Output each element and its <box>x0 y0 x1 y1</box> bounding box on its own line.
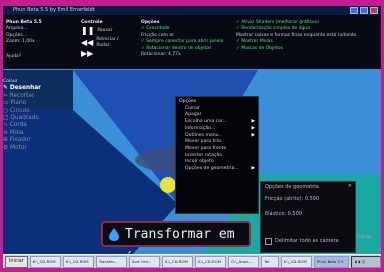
gear-icon: ⚙ <box>3 144 9 151</box>
taskbar-item[interactable]: Sort Ord... <box>128 255 160 268</box>
menu-item-geometry[interactable]: Opções de geometria... ▶ <box>185 166 255 173</box>
restart-control[interactable]: ◀◀ Reiniciar / Rodar <box>81 37 131 50</box>
spring-icon: ≋ <box>3 129 8 136</box>
move-front-label: Mover para frente <box>185 145 227 151</box>
taskbar-item[interactable]: Ter <box>261 255 279 268</box>
menu-item-move-front[interactable]: Mover para frente <box>185 146 255 153</box>
water-drop-icon <box>109 228 119 241</box>
tool-circulo-label: Circulo <box>9 107 30 114</box>
restart-label: Reiniciar / Rodar <box>96 36 119 49</box>
option-object-marks[interactable]: ✓ Marcas de Objetos <box>236 46 381 52</box>
tool-plano-label: Plano <box>10 100 27 107</box>
option-connect[interactable]: ✓ Sempre conectar para abrir janela <box>141 39 236 45</box>
geometry-window-title: Opções de geometria <box>265 184 319 190</box>
top-panel-col-file: Phun Beta 5.5 Arquivo... Opções... Zoom:… <box>6 20 46 60</box>
circle-icon: ○ <box>3 107 9 114</box>
tool-quadrado[interactable]: □ Quadrado <box>3 115 61 122</box>
taskbar-item[interactable]: O:\_Arqui... <box>228 255 260 268</box>
plane-icon: ▭ <box>3 100 9 107</box>
tool-plano[interactable]: ▭ Plano <box>3 100 61 107</box>
window-titlebar[interactable]: Phun Beta 5.5 by Emil Ernerfeldt <box>3 6 381 15</box>
top-panel: Phun Beta 5.5 Arquivo... Opções... Zoom:… <box>3 15 381 69</box>
system-tray-clock: ◖ ◗ ◷ 18:12 <box>350 255 381 268</box>
context-menu-header: Opções <box>179 99 197 104</box>
tool-recortar-label: Recortar <box>9 92 35 99</box>
geometry-close-icon[interactable]: ✕ <box>348 183 352 190</box>
taskbar-item-active[interactable]: Phun Beta 5.5 <box>313 255 349 268</box>
rewind-icon: ◀◀ <box>81 38 94 48</box>
step-icon[interactable]: ▶▶ <box>81 49 131 58</box>
rope-icon: ∿ <box>3 122 8 129</box>
camera-checkbox-label: Delimitar todo as camera <box>275 238 339 244</box>
tool-corda-label: Corda <box>9 122 27 129</box>
tool-recortar[interactable]: ✂ Recortar <box>3 93 61 100</box>
maximize-button[interactable] <box>360 7 368 14</box>
scissors-icon: ✂ <box>3 92 8 99</box>
tool-mola[interactable]: ≋ Mola <box>3 130 61 137</box>
friction-value: Fricção (atrito): 0.590 <box>265 196 320 202</box>
tool-circulo[interactable]: ○ Circulo <box>3 108 61 115</box>
tool-fixador-label: Fixador <box>9 137 31 144</box>
tool-corda[interactable]: ∿ Corda <box>3 122 61 129</box>
option-rotate-value: Rotacionar: 4,77x <box>141 52 181 58</box>
elasticity-value: Elástico: 0.500 <box>265 211 302 217</box>
tool-quadrado-label: Quadrado <box>10 115 39 122</box>
minimize-button[interactable] <box>350 7 358 14</box>
app-window: Phun Beta 5.5 by Emil Ernerfeldt Phun Be… <box>3 6 381 268</box>
geometry-options-window: Opções de geometria ✕ Fricção (atrito): … <box>260 181 356 253</box>
pause-icon: ❚❚ <box>81 26 95 36</box>
tool-motor-label: Motor <box>10 144 27 151</box>
close-button[interactable] <box>370 7 378 14</box>
context-menu: Opções Clonar Apagar Escolha uma cor... ▶… <box>175 96 259 214</box>
color-arrow-icon: ▶ <box>251 119 255 125</box>
taskbar-item[interactable]: K:\_CD-ROM <box>29 255 61 268</box>
geometry-arrow-icon: ▶ <box>251 166 255 172</box>
window-controls <box>350 7 378 14</box>
taskbar-item[interactable]: K:\_CD-ROM <box>62 255 94 268</box>
info-arrow-icon: ▶ <box>251 125 255 131</box>
square-icon: □ <box>3 115 9 122</box>
menu-ajuda[interactable]: Ajuda? <box>6 54 46 60</box>
window-title: Phun Beta 5.5 by Emil Ernerfeldt <box>13 7 95 13</box>
tool-menu: Colour ✎ Desenhar ✂ Recortar ▭ Plano ○ C… <box>3 78 61 178</box>
taskbar-item[interactable]: K:\_CD-ROM <box>280 255 312 268</box>
yellow-ball <box>160 177 176 193</box>
taskbar-item[interactable]: K:\_CD-ROM <box>161 255 194 268</box>
pin-icon: ⊕ <box>3 137 8 144</box>
tool-fixador[interactable]: ⊕ Fixador <box>3 137 61 144</box>
menu-item-color[interactable]: Escolha uma cor... ▶ <box>185 119 255 126</box>
tool-mola-label: Mola <box>9 129 24 136</box>
tool-desenhar-label: Desenhar <box>9 85 42 92</box>
zoom-level: Zoom: 1,00x <box>6 39 35 45</box>
collision-label: Colisão <box>356 235 372 240</box>
menu-item-info[interactable]: Informação... ▶ <box>185 126 255 133</box>
top-panel-col-options: Opções ✓ Gravidade Fricção com ar ✓ Semp… <box>141 20 236 58</box>
camera-checkbox[interactable] <box>265 238 272 245</box>
action-tooltip: Transformar em água <box>101 221 251 266</box>
top-panel-col-render: ✓ Ativar Shaders (melhorar gráficos) ✓ R… <box>236 20 381 52</box>
color-label: Escolha uma cor... <box>185 119 227 125</box>
move-back-label: Mover para trás <box>185 139 222 145</box>
taskbar-item[interactable]: Transfer... <box>95 255 127 268</box>
pause-control[interactable]: ❚❚ Pausar <box>81 26 131 36</box>
menu-item-move-back[interactable]: Mover para trás <box>185 139 255 146</box>
outlines-arrow-icon: ▶ <box>251 132 255 138</box>
camera-checkbox-row[interactable]: Delimitar todo as camera <box>265 238 351 245</box>
pencil-icon: ✎ <box>3 85 8 92</box>
taskbar-item[interactable]: K:\_CD-ROM <box>195 255 227 268</box>
start-button[interactable]: Iniciar <box>5 255 28 268</box>
info-label: Informação... <box>185 125 216 131</box>
pause-label: Pausar <box>97 28 113 34</box>
tool-motor[interactable]: ⚙ Motor <box>3 145 61 152</box>
geometry-label: Opções de geometria... <box>185 166 239 172</box>
top-panel-col-control: Controle ❚❚ Pausar ◀◀ Reiniciar / Rodar … <box>81 20 131 57</box>
taskbar: Iniciar K:\_CD-ROM K:\_CD-ROM Transfer..… <box>3 254 381 268</box>
tool-desenhar[interactable]: ✎ Desenhar <box>3 85 61 92</box>
